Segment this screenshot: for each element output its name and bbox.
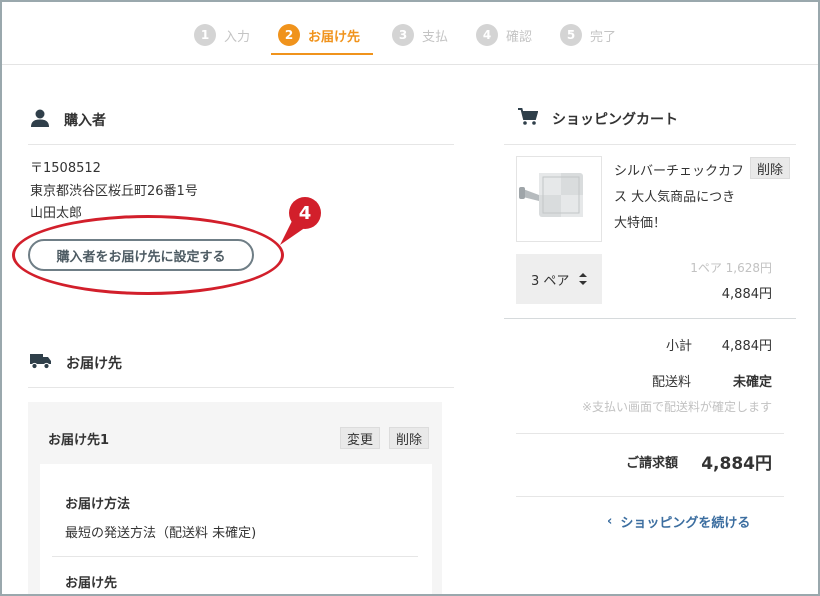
- active-step-underline: [271, 53, 373, 55]
- product-thumbnail[interactable]: [516, 156, 602, 242]
- annotation-highlight-ellipse: [12, 215, 284, 295]
- step-payment: 3 支払: [392, 24, 448, 46]
- change-destination-button[interactable]: 変更: [340, 427, 381, 449]
- step-input: 1 入力: [194, 24, 250, 46]
- divider: [28, 144, 454, 145]
- delivery-method-value: 最短の発送方法（配送料 未確定): [65, 526, 257, 541]
- remove-item-button[interactable]: 削除: [750, 157, 791, 179]
- postal-code: 〒1508512: [30, 161, 101, 176]
- subtotal-value: 4,884円: [721, 339, 772, 354]
- quantity-value: 3 ペア: [531, 273, 570, 289]
- step-shipping: 2 お届け先: [278, 24, 360, 46]
- delivery-method-heading: お届け方法: [65, 497, 131, 512]
- cart-section-header: ショッピングカート: [518, 108, 678, 130]
- step-label: 支払: [422, 29, 449, 45]
- checkout-steps: 1 入力 2 お届け先 3 支払 4 確認 5 完了: [0, 20, 820, 60]
- shipping-fee-note: ※支払い画面で配送料が確定します: [581, 400, 772, 414]
- step-label: 確認: [506, 29, 533, 45]
- street-address: 東京都渋谷区桜丘町26番1号: [30, 183, 198, 199]
- divider: [516, 433, 784, 434]
- destination-title: お届け先1: [48, 433, 110, 448]
- shipping-fee-label: 配送料: [652, 375, 692, 390]
- step-label: 入力: [224, 29, 251, 45]
- step-label: お届け先: [308, 29, 361, 45]
- step-label: 完了: [590, 29, 617, 45]
- annotation-number-badge: 4: [289, 197, 321, 229]
- shipping-section-header: お届け先: [30, 352, 122, 374]
- truck-icon: [30, 352, 52, 374]
- delivery-address-heading: お届け先: [65, 576, 118, 591]
- delete-destination-button[interactable]: 削除: [389, 427, 430, 449]
- step-number: 2: [278, 24, 300, 46]
- divider: [516, 496, 784, 497]
- step-confirm: 4 確認: [476, 24, 532, 46]
- person-icon: [30, 108, 50, 132]
- step-number: 4: [476, 24, 498, 46]
- divider: [28, 387, 454, 388]
- continue-shopping-label: ショッピングを続ける: [620, 516, 751, 531]
- quantity-select[interactable]: 3 ペア: [516, 254, 602, 304]
- buyer-title: 購入者: [64, 113, 106, 129]
- total-label: ご請求額: [626, 456, 679, 471]
- shipping-fee-value: 未確定: [732, 375, 772, 390]
- continue-shopping-link[interactable]: ‹ ショッピングを続ける: [607, 512, 750, 531]
- divider: [504, 318, 796, 319]
- step-complete: 5 完了: [560, 24, 616, 46]
- cart-icon: [518, 108, 539, 130]
- divider: [504, 144, 796, 145]
- subtotal-label: 小計: [666, 339, 693, 354]
- total-value: 4,884円: [701, 454, 772, 474]
- destination-card: お届け先1 変更 削除 お届け方法 最短の発送方法（配送料 未確定) お届け先: [28, 402, 442, 596]
- product-name[interactable]: シルバーチェックカフス 大人気商品につき大特価！: [614, 159, 748, 237]
- buyer-section-header: 購入者: [30, 108, 106, 132]
- divider: [52, 556, 418, 557]
- cart-title: ショッピングカート: [552, 112, 678, 128]
- select-arrows-icon: [579, 273, 587, 285]
- destination-details: お届け方法 最短の発送方法（配送料 未確定) お届け先: [40, 464, 432, 596]
- line-total: 4,884円: [721, 287, 772, 302]
- step-number: 3: [392, 24, 414, 46]
- shipping-title: お届け先: [66, 356, 122, 372]
- divider: [2, 64, 818, 65]
- chevron-left-icon: ‹: [607, 514, 613, 529]
- step-number: 5: [560, 24, 582, 46]
- step-number: 1: [194, 24, 216, 46]
- unit-price: 1ペア 1,628円: [690, 261, 772, 275]
